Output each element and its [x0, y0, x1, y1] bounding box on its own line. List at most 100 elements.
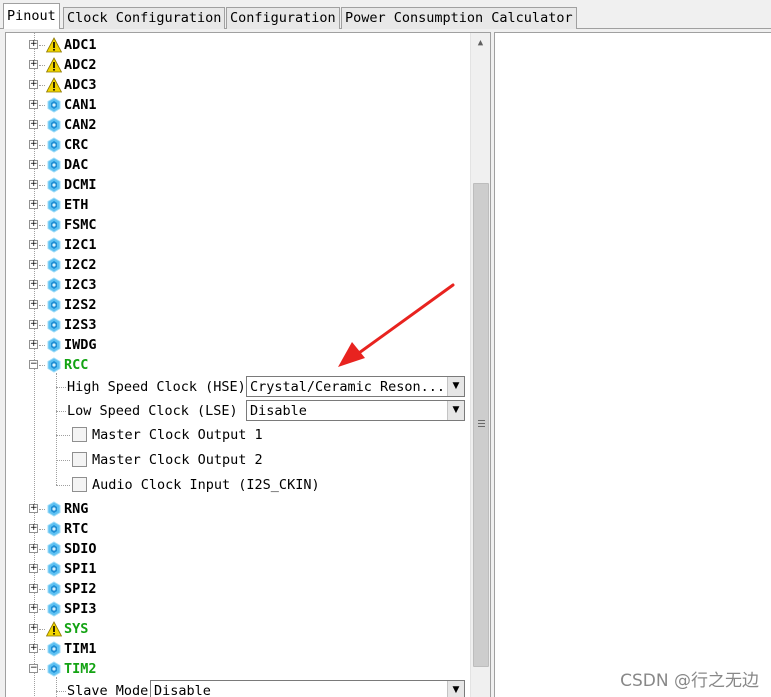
- tree-connector: [56, 387, 66, 388]
- dropdown-arrow-icon[interactable]: ▼: [447, 681, 464, 697]
- tree-node-label: SPI1: [64, 561, 97, 577]
- tree-connector: [39, 105, 45, 106]
- expand-toggle-icon[interactable]: +: [29, 240, 38, 249]
- tree-item-can2[interactable]: + CAN2: [6, 115, 466, 135]
- tree-connector: [39, 165, 45, 166]
- tab-pinout[interactable]: Pinout: [3, 3, 60, 29]
- tree-item-spi2[interactable]: + SPI2: [6, 579, 466, 599]
- tree-node-label: DCMI: [64, 177, 97, 193]
- tree-connector: [39, 629, 45, 630]
- expand-toggle-icon[interactable]: +: [29, 180, 38, 189]
- peripheral-icon: [46, 177, 62, 193]
- expand-toggle-icon[interactable]: +: [29, 40, 38, 49]
- collapse-toggle-icon[interactable]: −: [29, 664, 38, 673]
- expand-toggle-icon[interactable]: +: [29, 604, 38, 613]
- slave-mode-select[interactable]: Disable ▼: [150, 680, 465, 697]
- lse-select[interactable]: Disable ▼: [246, 400, 465, 421]
- dropdown-arrow-icon[interactable]: ▼: [447, 401, 464, 420]
- tree-item-i2s3[interactable]: + I2S3: [6, 315, 466, 335]
- collapse-toggle-icon[interactable]: −: [29, 360, 38, 369]
- peripheral-icon: [46, 197, 62, 213]
- peripheral-icon: [46, 317, 62, 333]
- tab-configuration[interactable]: Configuration: [226, 7, 340, 29]
- tree-item-spi1[interactable]: + SPI1: [6, 559, 466, 579]
- master-clock-output-1-checkbox[interactable]: [72, 427, 87, 442]
- chip-view-panel[interactable]: [494, 32, 771, 697]
- tree-item-i2c2[interactable]: + I2C2: [6, 255, 466, 275]
- tree-item-adc3[interactable]: + ADC3: [6, 75, 466, 95]
- master-clock-output-2-checkbox[interactable]: [72, 452, 87, 467]
- tree-item-sys[interactable]: + SYS: [6, 619, 466, 639]
- tree-item-i2c1[interactable]: + I2C1: [6, 235, 466, 255]
- tab-clock-configuration[interactable]: Clock Configuration: [63, 7, 226, 29]
- tree-item-i2s2[interactable]: + I2S2: [6, 295, 466, 315]
- expand-toggle-icon[interactable]: +: [29, 160, 38, 169]
- tree-item-i2c3[interactable]: + I2C3: [6, 275, 466, 295]
- vertical-scrollbar[interactable]: ▲: [470, 33, 490, 697]
- tree-item-adc2[interactable]: + ADC2: [6, 55, 466, 75]
- expand-toggle-icon[interactable]: +: [29, 300, 38, 309]
- tree-item-can1[interactable]: + CAN1: [6, 95, 466, 115]
- expand-toggle-icon[interactable]: +: [29, 340, 38, 349]
- tree-item-spi3[interactable]: + SPI3: [6, 599, 466, 619]
- expand-toggle-icon[interactable]: +: [29, 524, 38, 533]
- tree-item-crc[interactable]: + CRC: [6, 135, 466, 155]
- tree-item-tim2[interactable]: − TIM2: [6, 659, 466, 679]
- expand-toggle-icon[interactable]: +: [29, 624, 38, 633]
- hse-select[interactable]: Crystal/Ceramic Reson... ▼: [246, 376, 465, 397]
- peripheral-icon: [46, 217, 62, 233]
- expand-toggle-icon[interactable]: +: [29, 100, 38, 109]
- hse-row: High Speed Clock (HSE) Crystal/Ceramic Re…: [56, 375, 470, 399]
- tree-node-label: RCC: [64, 357, 89, 373]
- expand-toggle-icon[interactable]: +: [29, 544, 38, 553]
- tree-item-rtc[interactable]: + RTC: [6, 519, 466, 539]
- peripheral-icon: [46, 541, 62, 557]
- expand-toggle-icon[interactable]: +: [29, 200, 38, 209]
- tree-connector: [39, 225, 45, 226]
- tree-item-eth[interactable]: + ETH: [6, 195, 466, 215]
- tree-item-fsmc[interactable]: + FSMC: [6, 215, 466, 235]
- peripheral-icon: [46, 237, 62, 253]
- expand-toggle-icon[interactable]: +: [29, 80, 38, 89]
- expand-toggle-icon[interactable]: +: [29, 260, 38, 269]
- tree-item-tim1[interactable]: + TIM1: [6, 639, 466, 659]
- expand-toggle-icon[interactable]: +: [29, 220, 38, 229]
- dropdown-arrow-icon[interactable]: ▼: [447, 377, 464, 396]
- tree-item-dac[interactable]: + DAC: [6, 155, 466, 175]
- expand-toggle-icon[interactable]: +: [29, 280, 38, 289]
- master-clock-output-2-row: Master Clock Output 2: [56, 448, 470, 472]
- tree-node-label: SYS: [64, 621, 89, 637]
- peripheral-icon: [46, 157, 62, 173]
- tree-connector: [39, 45, 45, 46]
- warning-icon: [45, 77, 63, 93]
- tree-item-iwdg[interactable]: + IWDG: [6, 335, 466, 355]
- tree-connector: [39, 365, 45, 366]
- tree-node-label: CAN2: [64, 117, 97, 133]
- expand-toggle-icon[interactable]: +: [29, 120, 38, 129]
- tree-connector: [39, 85, 45, 86]
- tree-node-label: CRC: [64, 137, 89, 153]
- tree-item-dcmi[interactable]: + DCMI: [6, 175, 466, 195]
- peripheral-icon: [46, 661, 62, 677]
- expand-toggle-icon[interactable]: +: [29, 140, 38, 149]
- peripheral-icon: [46, 581, 62, 597]
- expand-toggle-icon[interactable]: +: [29, 504, 38, 513]
- expand-toggle-icon[interactable]: +: [29, 320, 38, 329]
- tree-item-rcc[interactable]: − RCC: [6, 355, 466, 375]
- tab-power-consumption-calculator[interactable]: Power Consumption Calculator: [341, 7, 577, 29]
- expand-toggle-icon[interactable]: +: [29, 644, 38, 653]
- expand-toggle-icon[interactable]: +: [29, 60, 38, 69]
- tree-item-sdio[interactable]: + SDIO: [6, 539, 466, 559]
- expand-toggle-icon[interactable]: +: [29, 584, 38, 593]
- tree-item-adc1[interactable]: + ADC1: [6, 35, 466, 55]
- tree-node-label: FSMC: [64, 217, 97, 233]
- tree-node-label: SPI3: [64, 601, 97, 617]
- tree-item-rng[interactable]: + RNG: [6, 499, 466, 519]
- audio-clock-input-checkbox[interactable]: [72, 477, 87, 492]
- master-clock-output-1-label: Master Clock Output 1: [92, 427, 263, 443]
- tree-connector: [39, 669, 45, 670]
- expand-toggle-icon[interactable]: +: [29, 564, 38, 573]
- scroll-thumb[interactable]: [473, 183, 489, 667]
- scroll-up-arrow-icon[interactable]: ▲: [471, 33, 490, 53]
- watermark: CSDN @行之无边: [620, 671, 759, 691]
